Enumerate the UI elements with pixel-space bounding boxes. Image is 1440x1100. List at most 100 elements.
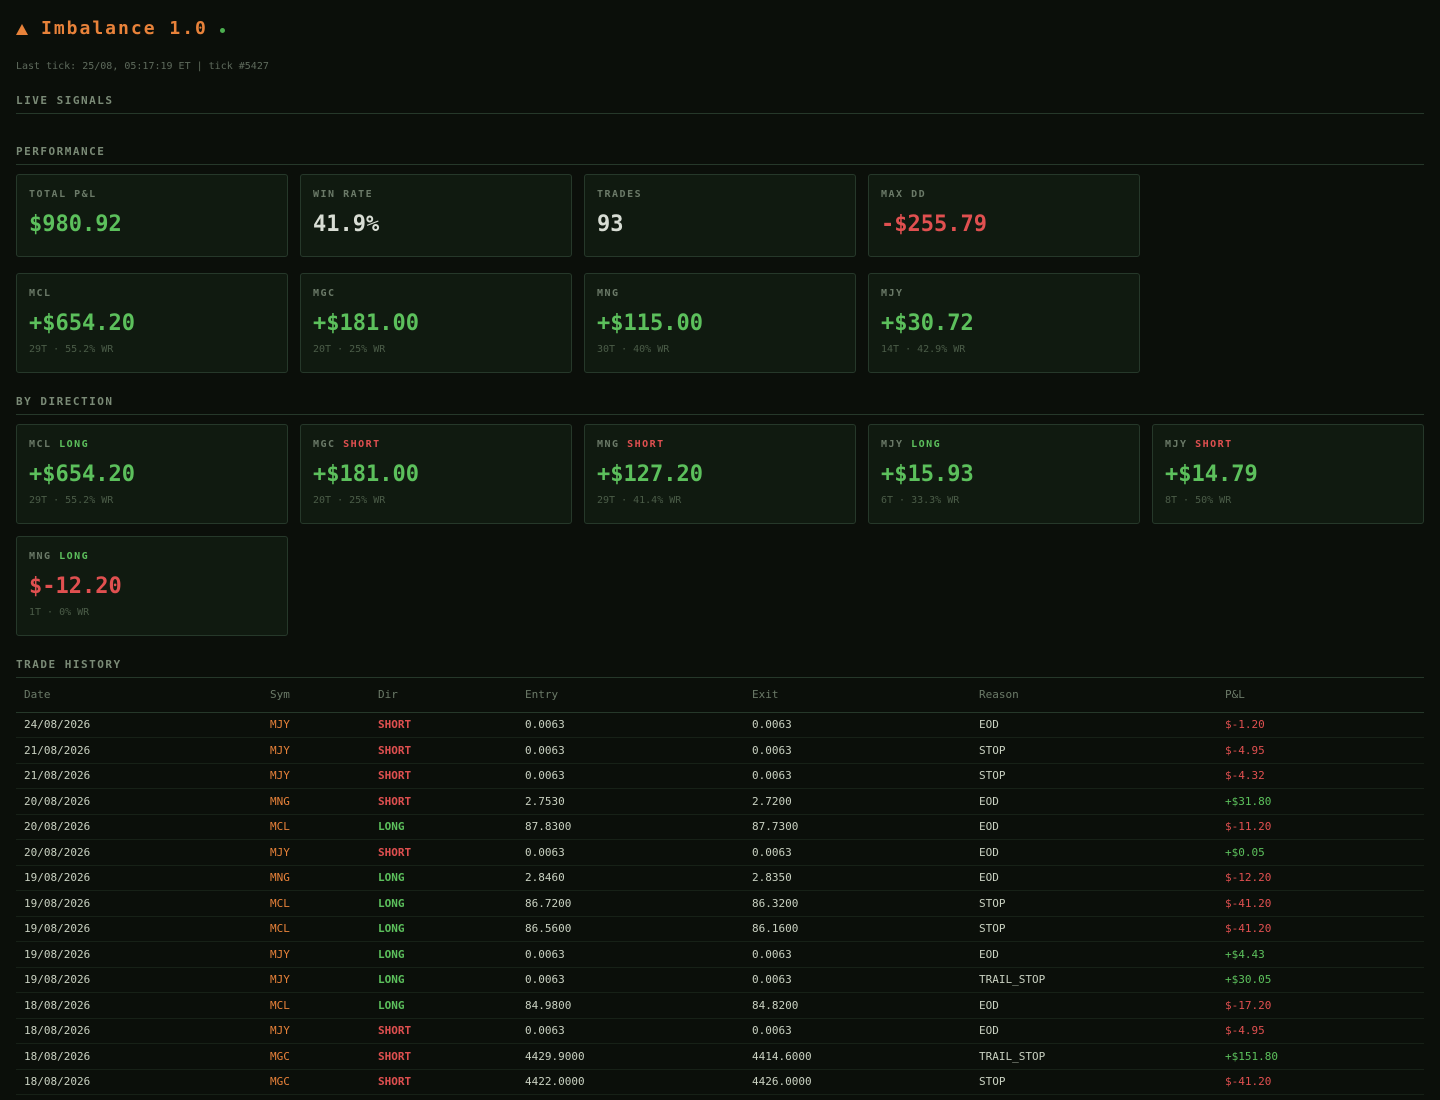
cell-exit: 2.8350	[744, 865, 971, 891]
cell-entry: 4422.0000	[517, 1069, 744, 1095]
cell-entry: 2.8460	[517, 865, 744, 891]
cell-date: 20/08/2026	[16, 814, 262, 840]
trade-history-body: 24/08/2026 MJY SHORT 0.0063 0.0063 EOD $-1.20 2…	[16, 712, 1424, 1095]
cell-reason: TRAIL_STOP	[971, 1043, 1217, 1070]
cell-date: 19/08/2026	[16, 916, 262, 942]
table-row: 19/08/2026 MCL LONG 86.7200 86.3200 STOP $-41.…	[16, 890, 1424, 917]
cell-dir: LONG	[370, 967, 517, 993]
cell-sym: MJY	[262, 737, 370, 764]
table-header-row: Date Sym Dir Entry Exit Reason P&L	[16, 688, 1424, 713]
card-symbol: MNG	[29, 551, 52, 562]
cell-pnl: +$31.80	[1217, 788, 1424, 815]
cell-reason: EOD	[971, 865, 1217, 891]
cell-entry: 0.0063	[517, 941, 744, 968]
cell-date: 19/08/2026	[16, 967, 262, 993]
cell-exit: 4414.6000	[744, 1043, 971, 1070]
cell-reason: STOP	[971, 916, 1217, 942]
summary-card-trades: TRADES 93	[584, 174, 856, 257]
cell-date: 24/08/2026	[16, 712, 262, 738]
cell-reason: STOP	[971, 763, 1217, 789]
table-row: 18/08/2026 MCL LONG 84.9800 84.8200 EOD $-17.2…	[16, 992, 1424, 1019]
cell-sym: MJY	[262, 712, 370, 738]
card-label: MNG SHORT	[597, 439, 843, 450]
section-performance: PERFORMANCE	[16, 145, 1424, 165]
card-label: MNG	[597, 288, 620, 299]
cell-pnl: $-12.20	[1217, 865, 1424, 891]
card-subtext: 20T · 25% WR	[313, 344, 386, 355]
card-direction: LONG	[911, 439, 942, 450]
cell-reason: EOD	[971, 992, 1217, 1019]
table-row: 20/08/2026 MNG SHORT 2.7530 2.7200 EOD +$31.80	[16, 788, 1424, 815]
cell-reason: EOD	[971, 839, 1217, 866]
summary-card-max-dd: MAX DD -$255.79	[868, 174, 1140, 257]
cell-entry: 2.7530	[517, 788, 744, 815]
cell-pnl: $-41.20	[1217, 916, 1424, 942]
cell-entry: 0.0063	[517, 1018, 744, 1044]
cell-exit: 86.3200	[744, 890, 971, 917]
cell-exit: 4426.0000	[744, 1069, 971, 1095]
table-row: 24/08/2026 MJY SHORT 0.0063 0.0063 EOD $-1.20	[16, 712, 1424, 738]
card-subtext: 14T · 42.9% WR	[881, 344, 966, 355]
cell-pnl: $-41.20	[1217, 1069, 1424, 1095]
card-subtext: 29T · 41.4% WR	[597, 495, 682, 506]
cell-dir: LONG	[370, 941, 517, 968]
cell-sym: MNG	[262, 865, 370, 891]
card-subtext: 29T · 55.2% WR	[29, 495, 114, 506]
card-value: +$15.93	[881, 462, 974, 487]
card-label: MGC	[313, 288, 336, 299]
column-header-pnl: P&L	[1217, 688, 1424, 713]
summary-card-total-pnl: TOTAL P&L $980.92	[16, 174, 288, 257]
cell-pnl: $-4.95	[1217, 1018, 1424, 1044]
cell-pnl: $-4.95	[1217, 737, 1424, 764]
table-row: 18/08/2026 MJY SHORT 0.0063 0.0063 EOD $-4.95	[16, 1018, 1424, 1044]
card-direction: SHORT	[1195, 439, 1233, 450]
card-subtext: 20T · 25% WR	[313, 495, 386, 506]
cell-dir: SHORT	[370, 737, 517, 764]
cell-dir: SHORT	[370, 1043, 517, 1070]
column-header-reason: Reason	[971, 688, 1217, 713]
trade-history-table: Date Sym Dir Entry Exit Reason P&L 24/08…	[16, 688, 1424, 1095]
symbol-card-mng: MNG +$115.00 30T · 40% WR	[584, 273, 856, 373]
cell-exit: 0.0063	[744, 763, 971, 789]
app-header: Imbalance 1.0	[16, 18, 225, 39]
cell-sym: MCL	[262, 890, 370, 917]
cell-sym: MJY	[262, 839, 370, 866]
column-header-sym: Sym	[262, 688, 370, 713]
symbol-card-mcl: MCL +$654.20 29T · 55.2% WR	[16, 273, 288, 373]
cell-date: 19/08/2026	[16, 890, 262, 917]
cell-dir: SHORT	[370, 1069, 517, 1095]
cell-exit: 86.1600	[744, 916, 971, 942]
cell-date: 19/08/2026	[16, 865, 262, 891]
card-value: 41.9%	[313, 212, 380, 237]
cell-dir: SHORT	[370, 712, 517, 738]
cell-entry: 0.0063	[517, 712, 744, 738]
card-value: +$181.00	[313, 462, 419, 487]
card-value: $-12.20	[29, 574, 122, 599]
card-value: +$14.79	[1165, 462, 1258, 487]
card-value: -$255.79	[881, 212, 987, 237]
cell-date: 19/08/2026	[16, 941, 262, 968]
cell-reason: STOP	[971, 1069, 1217, 1095]
card-direction: SHORT	[343, 439, 381, 450]
card-label: MAX DD	[881, 189, 927, 200]
column-header-exit: Exit	[744, 688, 971, 713]
cell-entry: 0.0063	[517, 737, 744, 764]
cell-date: 20/08/2026	[16, 839, 262, 866]
cell-dir: LONG	[370, 814, 517, 840]
cell-reason: EOD	[971, 1018, 1217, 1044]
cell-exit: 0.0063	[744, 839, 971, 866]
card-value: +$30.72	[881, 311, 974, 336]
cell-reason: STOP	[971, 890, 1217, 917]
cell-dir: LONG	[370, 890, 517, 917]
cell-reason: EOD	[971, 941, 1217, 968]
cell-date: 18/08/2026	[16, 1069, 262, 1095]
card-direction: SHORT	[627, 439, 665, 450]
cell-pnl: +$30.05	[1217, 967, 1424, 993]
card-symbol: MJY	[1165, 439, 1188, 450]
cell-reason: STOP	[971, 737, 1217, 764]
logo-triangle-icon	[16, 23, 28, 35]
cell-pnl: $-4.32	[1217, 763, 1424, 789]
section-live-signals: LIVE SIGNALS	[16, 94, 1424, 114]
table-row: 21/08/2026 MJY SHORT 0.0063 0.0063 STOP $-4.32	[16, 763, 1424, 789]
direction-card-mjy-short: MJY SHORT +$14.79 8T · 50% WR	[1152, 424, 1424, 524]
